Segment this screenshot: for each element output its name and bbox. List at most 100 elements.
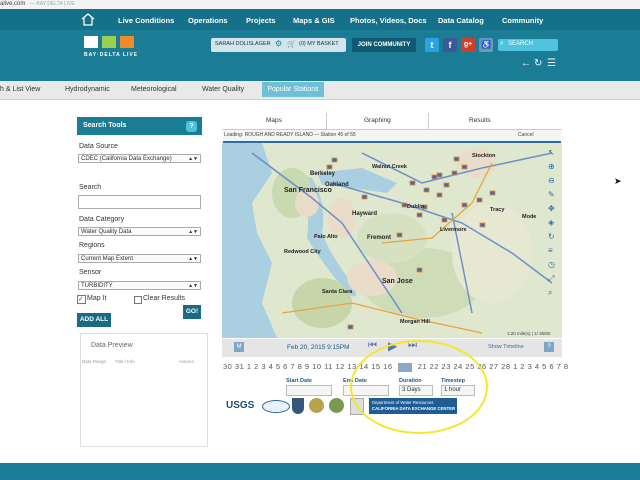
- gear-icon[interactable]: ⚙: [275, 39, 282, 48]
- tab-title-text: — BAY DELTA LIVE: [30, 1, 75, 7]
- tab-meteorological[interactable]: Meteorological: [131, 86, 177, 93]
- map-label-stockton: Stockton: [472, 153, 496, 159]
- select-arrow-icon: ▲▼: [188, 156, 198, 162]
- nav-operations[interactable]: Operations: [188, 16, 228, 25]
- current-date: Feb 20, 2015 9:15PM: [287, 344, 350, 351]
- loading-text: Loading: ROUGH AND READY ISLAND — Statio…: [224, 132, 356, 138]
- legend-icon[interactable]: ≡: [548, 246, 553, 255]
- data-preview-title: Data Preview: [91, 342, 133, 349]
- tab-results[interactable]: Results: [469, 117, 491, 124]
- timeline-help-button[interactable]: ?: [544, 342, 554, 352]
- twitter-icon[interactable]: t: [425, 38, 439, 52]
- search-map-icon[interactable]: ⌕: [548, 288, 552, 298]
- clock-icon[interactable]: ◷: [548, 260, 555, 269]
- map-label-hayward: Hayward: [352, 211, 377, 217]
- refresh-icon[interactable]: ↻: [534, 58, 542, 69]
- pointer-icon[interactable]: ↖: [548, 148, 555, 157]
- map-it-checkbox[interactable]: ✓: [77, 295, 86, 304]
- user-name[interactable]: SARAH DOLISLAGER: [215, 41, 271, 47]
- map-scale: 1:20 mile(s) | 1/ 35/60: [507, 331, 551, 336]
- start-date-input[interactable]: [286, 385, 332, 396]
- map-toolbar: ↖ ⊕ ⊖ ✎ ✥ ◈ ↻ ≡ ◷ ⤢ ⌕: [545, 148, 559, 310]
- clear-results-label: Clear Results: [143, 295, 186, 302]
- map-label-oakland: Oakland: [325, 182, 349, 188]
- col-title-info: Title / Info: [115, 359, 135, 364]
- nav-data-catalog[interactable]: Data Catalog: [438, 16, 484, 25]
- rotate-icon[interactable]: ↻: [548, 232, 555, 241]
- site-footer: [0, 463, 640, 480]
- sensor-select[interactable]: TURBIDITY ▲▼: [78, 281, 201, 290]
- search-tools-title: Search Tools: [83, 122, 127, 129]
- home-icon[interactable]: [80, 12, 96, 26]
- data-category-select[interactable]: Water Quality Data ▲▼: [78, 227, 201, 236]
- cancel-link[interactable]: Cancel: [518, 132, 534, 138]
- google-plus-icon[interactable]: g+: [461, 38, 475, 52]
- back-arrow-icon[interactable]: ←: [521, 58, 531, 69]
- search-placeholder: SEARCH: [508, 41, 534, 47]
- col-actions: Actions: [179, 359, 194, 364]
- basket-link[interactable]: (0) MY BASKET: [299, 41, 339, 47]
- regions-value: Current Map Extent: [81, 256, 134, 262]
- select-arrow-icon: ▲▼: [188, 229, 198, 235]
- user-account-box[interactable]: SARAH DOLISLAGER ⚙ 🛒 (0) MY BASKET: [211, 38, 346, 52]
- accessibility-icon[interactable]: ♿: [479, 38, 493, 52]
- nav-community[interactable]: Community: [502, 16, 543, 25]
- map-label-dublin: Dublin: [407, 204, 425, 210]
- clear-results-checkbox[interactable]: [134, 296, 142, 304]
- fullscreen-icon[interactable]: ⤢: [548, 274, 554, 284]
- map-label-modesto: Mode: [522, 214, 536, 220]
- nav-projects[interactable]: Projects: [246, 16, 276, 25]
- map-label-redwood-city: Redwood City: [284, 249, 322, 255]
- zoom-in-icon[interactable]: ⊕: [548, 162, 555, 171]
- join-community-button[interactable]: JOIN COMMUNITY: [352, 38, 416, 52]
- show-timeline-link[interactable]: Show Timeline: [488, 344, 524, 350]
- map-label-santa-clara: Santa Clara: [322, 289, 353, 295]
- tab-graphing[interactable]: Graphing: [364, 117, 391, 124]
- map-label-palo-alto: Palo Alto: [314, 234, 338, 240]
- site-search-input[interactable]: ⌕ SEARCH: [498, 39, 558, 51]
- basket-icon: 🛒: [287, 41, 296, 48]
- add-all-button[interactable]: ADD ALL: [77, 313, 111, 327]
- data-source-select[interactable]: CDEC (California Data Exchange) ▲▼: [78, 154, 201, 163]
- search-icon: ⌕: [500, 40, 504, 47]
- data-category-value: Water Quality Data: [81, 229, 132, 235]
- map-label-san-jose: San Jose: [382, 278, 413, 285]
- map-it-label: Map It: [87, 295, 107, 302]
- tab-search-list-view[interactable]: h & List View: [0, 86, 40, 93]
- nav-maps-gis[interactable]: Maps & GIS: [293, 16, 335, 25]
- tab-divider: [428, 113, 429, 129]
- usgs-logo: USGS: [226, 400, 255, 411]
- search-field[interactable]: [78, 195, 201, 209]
- nav-live-conditions[interactable]: Live Conditions: [118, 16, 174, 25]
- sensor-label: Sensor: [79, 269, 102, 276]
- partner-badge-shield: [292, 398, 304, 414]
- map-label-fremont: Fremont: [367, 235, 391, 241]
- map-label-livermore: Livermore: [440, 227, 467, 233]
- highlight-circle: [350, 340, 488, 434]
- tab-divider: [326, 113, 327, 129]
- map-view[interactable]: Stockton San Francisco Berkeley Oakland …: [222, 143, 562, 338]
- zoom-out-icon[interactable]: ⊖: [548, 176, 555, 185]
- go-button[interactable]: GO!: [183, 305, 201, 319]
- select-arrow-icon: ▲▼: [188, 283, 198, 289]
- tab-popular-stations[interactable]: Popular Stations: [262, 82, 324, 97]
- site-logo[interactable]: BAY·DELTA LIVE: [82, 36, 152, 68]
- regions-select[interactable]: Current Map Extent ▲▼: [78, 254, 201, 263]
- tab-water-quality[interactable]: Water Quality: [202, 86, 244, 93]
- search-label: Search: [79, 184, 102, 191]
- layers-icon[interactable]: ◈: [548, 218, 554, 227]
- facebook-icon[interactable]: f: [443, 38, 457, 52]
- tab-maps[interactable]: Maps: [266, 117, 282, 124]
- help-button[interactable]: ?: [186, 121, 197, 132]
- menu-icon[interactable]: ☰: [547, 58, 556, 69]
- tab-hydrodynamic[interactable]: Hydrodynamic: [65, 86, 110, 93]
- map-label-san-francisco: San Francisco: [284, 187, 332, 194]
- nav-photos-videos-docs[interactable]: Photos, Videos, Docs: [350, 16, 427, 25]
- pan-icon[interactable]: ✥: [548, 204, 555, 213]
- partner-seal-2: [329, 398, 344, 413]
- m-button[interactable]: M: [234, 342, 244, 352]
- draw-line-icon[interactable]: ✎: [548, 190, 555, 199]
- logo-fish-icon: [120, 36, 134, 48]
- data-source-label: Data Source: [79, 143, 118, 150]
- logo-text: BAY·DELTA LIVE: [84, 52, 139, 58]
